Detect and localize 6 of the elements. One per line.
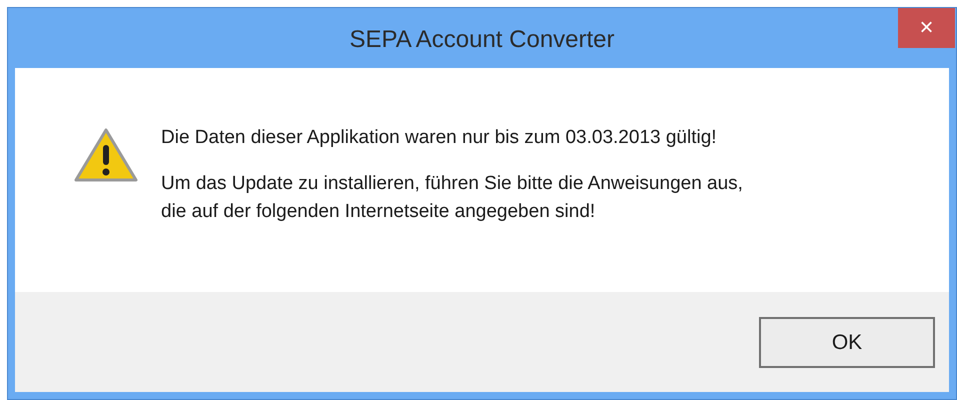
ok-button[interactable]: OK — [759, 317, 935, 368]
message-text: Um das Update zu installieren, führen Sie bitte die Anweisungen aus, die auf der folgenden Internetseite angegeben sind! — [161, 172, 743, 224]
warning-icon — [73, 127, 139, 183]
close-button[interactable]: × — [898, 8, 955, 48]
message-text: Die Daten dieser Applikation waren nur bis zum 03.03.2013 gültig! — [161, 126, 718, 150]
window-title: SEPA Account Converter — [349, 25, 615, 55]
